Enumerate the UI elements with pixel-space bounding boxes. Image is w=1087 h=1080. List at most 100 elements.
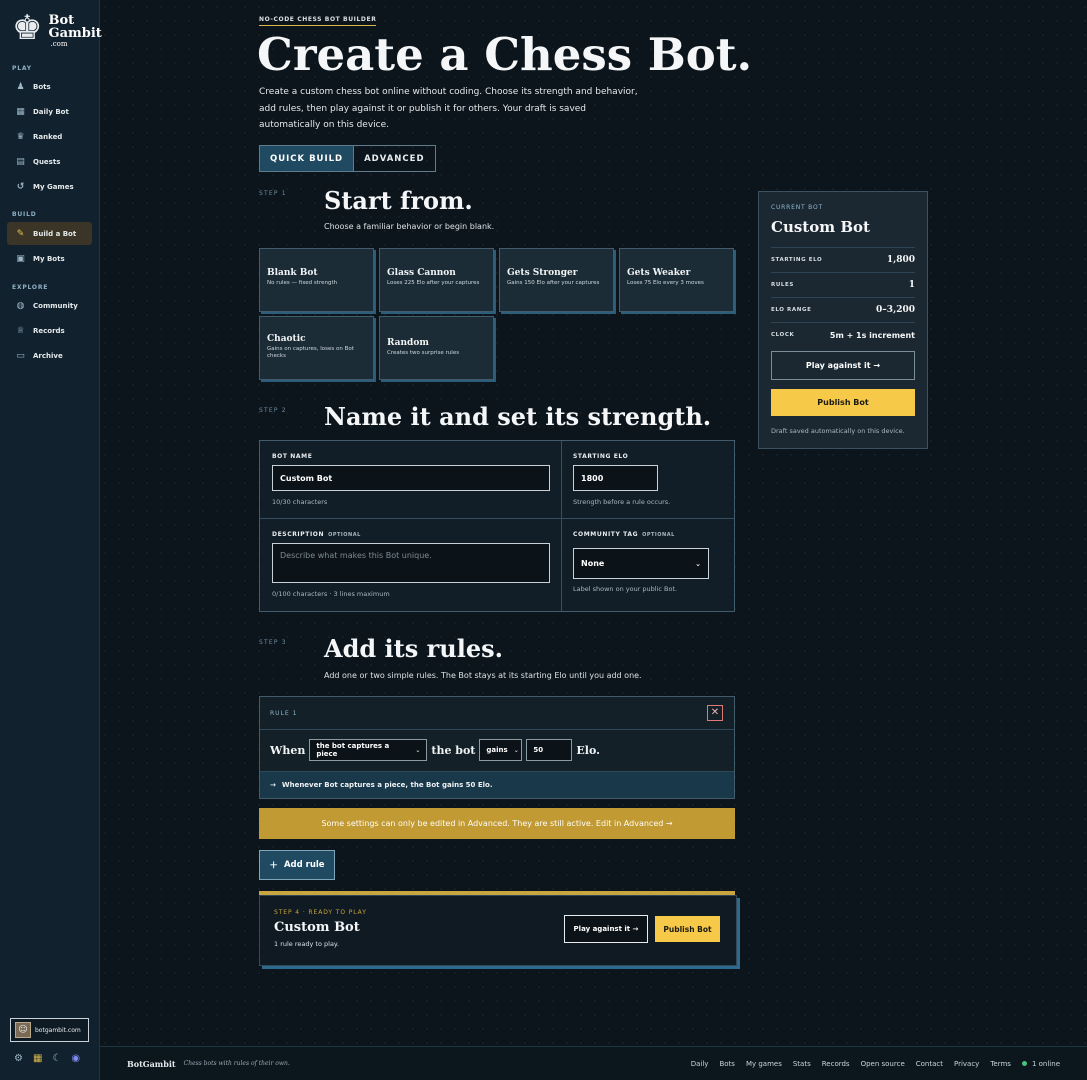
add-rule-button[interactable]: ＋ Add rule [259,850,335,880]
trophy-icon: ♛ [16,131,25,142]
starting-elo-input[interactable]: 1800 [573,465,658,491]
board-icon[interactable]: ▦ [33,1053,42,1064]
sidebar-item-quests[interactable]: ▤ Quests [7,150,92,173]
site-chip-label: botgambit.com [35,1026,81,1034]
preset-card-desc: Loses 75 Elo every 3 moves [627,280,704,286]
footer-tagline: Chess bots with rules of their own. [183,1060,290,1067]
footer-link-bots[interactable]: Bots [719,1060,734,1068]
tab-quick-build[interactable]: QUICK BUILD [260,146,355,171]
sidebar-item-build-a-bot[interactable]: ✎ Build a Bot [7,222,92,245]
sidebar-item-label: Ranked [33,132,63,141]
sidebar-item-daily-bot[interactable]: ▦ Daily Bot [7,100,92,123]
chess-king-icon: ♚ [12,8,43,48]
sidebar-item-ranked[interactable]: ♛ Ranked [7,125,92,148]
footer-link-open-source[interactable]: Open source [861,1060,905,1068]
step-1-label: STEP 1 [259,190,287,197]
footer-link-terms[interactable]: Terms [990,1060,1011,1068]
footer-brand[interactable]: BotGambit [127,1059,176,1069]
rule-sentence: When the bot captures a piece ⌄ the bot g… [270,739,600,761]
sidebar-item-label: Community [33,301,78,310]
current-play-against-button[interactable]: Play against it → [771,351,915,380]
step-3-subtitle: Add one or two simple rules. The Bot sta… [324,671,642,680]
discord-icon[interactable]: ◉ [71,1053,80,1064]
rule-amount-input[interactable]: 50 [526,739,573,761]
sidebar-item-archive[interactable]: ▭ Archive [7,344,92,367]
trophy-icon: ♕ [16,325,25,336]
rule-the-bot: the bot [431,743,476,757]
current-bot-label: CURRENT BOT [771,204,823,211]
stat-rules: RULES 1 [771,272,915,297]
step-1-title: Start from. [324,186,473,215]
stat-starting-elo: STARTING ELO 1,800 [771,247,915,272]
bot-name-input[interactable]: Custom Bot [272,465,550,491]
starting-elo-hint: Strength before a rule occurs. [573,498,671,506]
advanced-settings-warning[interactable]: Some settings can only be edited in Adva… [259,808,735,839]
community-tag-select[interactable]: None ⌄ [573,548,709,579]
preset-card-gets-stronger[interactable]: Gets Stronger Gains 150 Elo after your c… [499,248,614,312]
sidebar-item-label: Records [33,326,65,335]
nav-section-play: PLAY [12,65,32,72]
footer-link-my-games[interactable]: My games [746,1060,782,1068]
name-strength-panel: BOT NAME Custom Bot 10/30 characters STA… [259,440,735,612]
sidebar-item-my-bots[interactable]: ▣ My Bots [7,247,92,270]
scroll-icon: ▤ [16,156,25,167]
rule-unit: Elo. [576,743,600,757]
preset-card-desc: No rules — fixed strength [267,280,338,286]
current-publish-bot-button[interactable]: Publish Bot [771,389,915,416]
footer-link-stats[interactable]: Stats [793,1060,811,1068]
sidebar-item-bots[interactable]: ♟ Bots [7,75,92,98]
sidebar-bottom-icons: ⚙ ▦ ☾ ◉ [14,1053,80,1064]
sidebar: ♚ Bot Gambit .com PLAY ♟ Bots ▦ Daily Bo… [0,0,102,1080]
play-against-button[interactable]: Play against it → [564,915,648,943]
calendar-icon: ▦ [16,106,25,117]
footer-link-daily[interactable]: Daily [691,1060,709,1068]
preset-card-gets-weaker[interactable]: Gets Weaker Loses 75 Elo every 3 moves [619,248,734,312]
step-2-label: STEP 2 [259,407,287,414]
footer-link-records[interactable]: Records [822,1060,850,1068]
tab-advanced[interactable]: ADVANCED [354,146,434,171]
description-hint: 0/100 characters · 3 lines maximum [272,590,390,598]
footer-link-contact[interactable]: Contact [916,1060,943,1068]
robot-icon: ▣ [16,253,25,264]
chevron-down-icon: ⌄ [695,559,701,568]
ready-panel: STEP 4 · READY TO PLAY Custom Bot 1 rule… [259,895,737,966]
preset-card-desc: Gains on captures, loses on Bot checks [267,346,354,359]
pawn-icon: ♟ [16,81,25,92]
sidebar-item-label: Quests [33,157,61,166]
rule-when: When [270,743,306,757]
site-chip[interactable]: ☺ botgambit.com [10,1018,89,1042]
wrench-icon: ✎ [16,228,25,239]
sidebar-item-records[interactable]: ♕ Records [7,319,92,342]
settings-icon[interactable]: ⚙ [14,1053,23,1064]
step-3-label: STEP 3 [259,639,287,646]
close-icon: ✕ [710,707,720,718]
brand-line2: Gambit [48,26,102,41]
moon-icon[interactable]: ☾ [52,1053,61,1064]
intro-text: Create a custom chess bot online without… [259,87,638,130]
footer-link-privacy[interactable]: Privacy [954,1060,979,1068]
current-bot-card: CURRENT BOT Custom Bot STARTING ELO 1,80… [758,191,928,449]
preset-card-blank-bot[interactable]: Blank Bot No rules — fixed strength [259,248,374,312]
preset-card-glass-cannon[interactable]: Glass Cannon Loses 225 Elo after your ca… [379,248,494,312]
preset-card-random[interactable]: Random Creates two surprise rules [379,316,494,380]
build-mode-tabs: QUICK BUILD ADVANCED [259,145,436,172]
rule-trigger-select[interactable]: the bot captures a piece ⌄ [309,739,428,761]
sidebar-item-label: Archive [33,351,63,360]
preset-card-chaotic[interactable]: Chaotic Gains on captures, loses on Bot … [259,316,374,380]
step-2-title: Name it and set its strength. [324,402,712,431]
sidebar-item-community[interactable]: ◍ Community [7,294,92,317]
avatar: ☺ [15,1022,31,1038]
ready-rule-count: 1 rule ready to play. [274,940,339,948]
remove-rule-button[interactable]: ✕ [707,705,723,721]
rule-direction-select[interactable]: gains ⌄ [479,739,523,761]
brand-logo[interactable]: ♚ Bot Gambit .com [12,10,102,49]
globe-icon: ◍ [16,300,25,311]
publish-bot-button[interactable]: Publish Bot [655,916,720,942]
sidebar-item-my-games[interactable]: ↺ My Games [7,175,92,198]
community-tag-label: COMMUNITY TAG OPTIONAL [573,531,675,538]
description-textarea[interactable]: Describe what makes this Bot unique. [272,543,550,583]
chevron-down-icon: ⌄ [415,746,421,754]
sidebar-item-label: Bots [33,82,51,91]
rule-label: RULE 1 [270,710,298,717]
eyebrow: NO-CODE CHESS BOT BUILDER [259,16,377,26]
